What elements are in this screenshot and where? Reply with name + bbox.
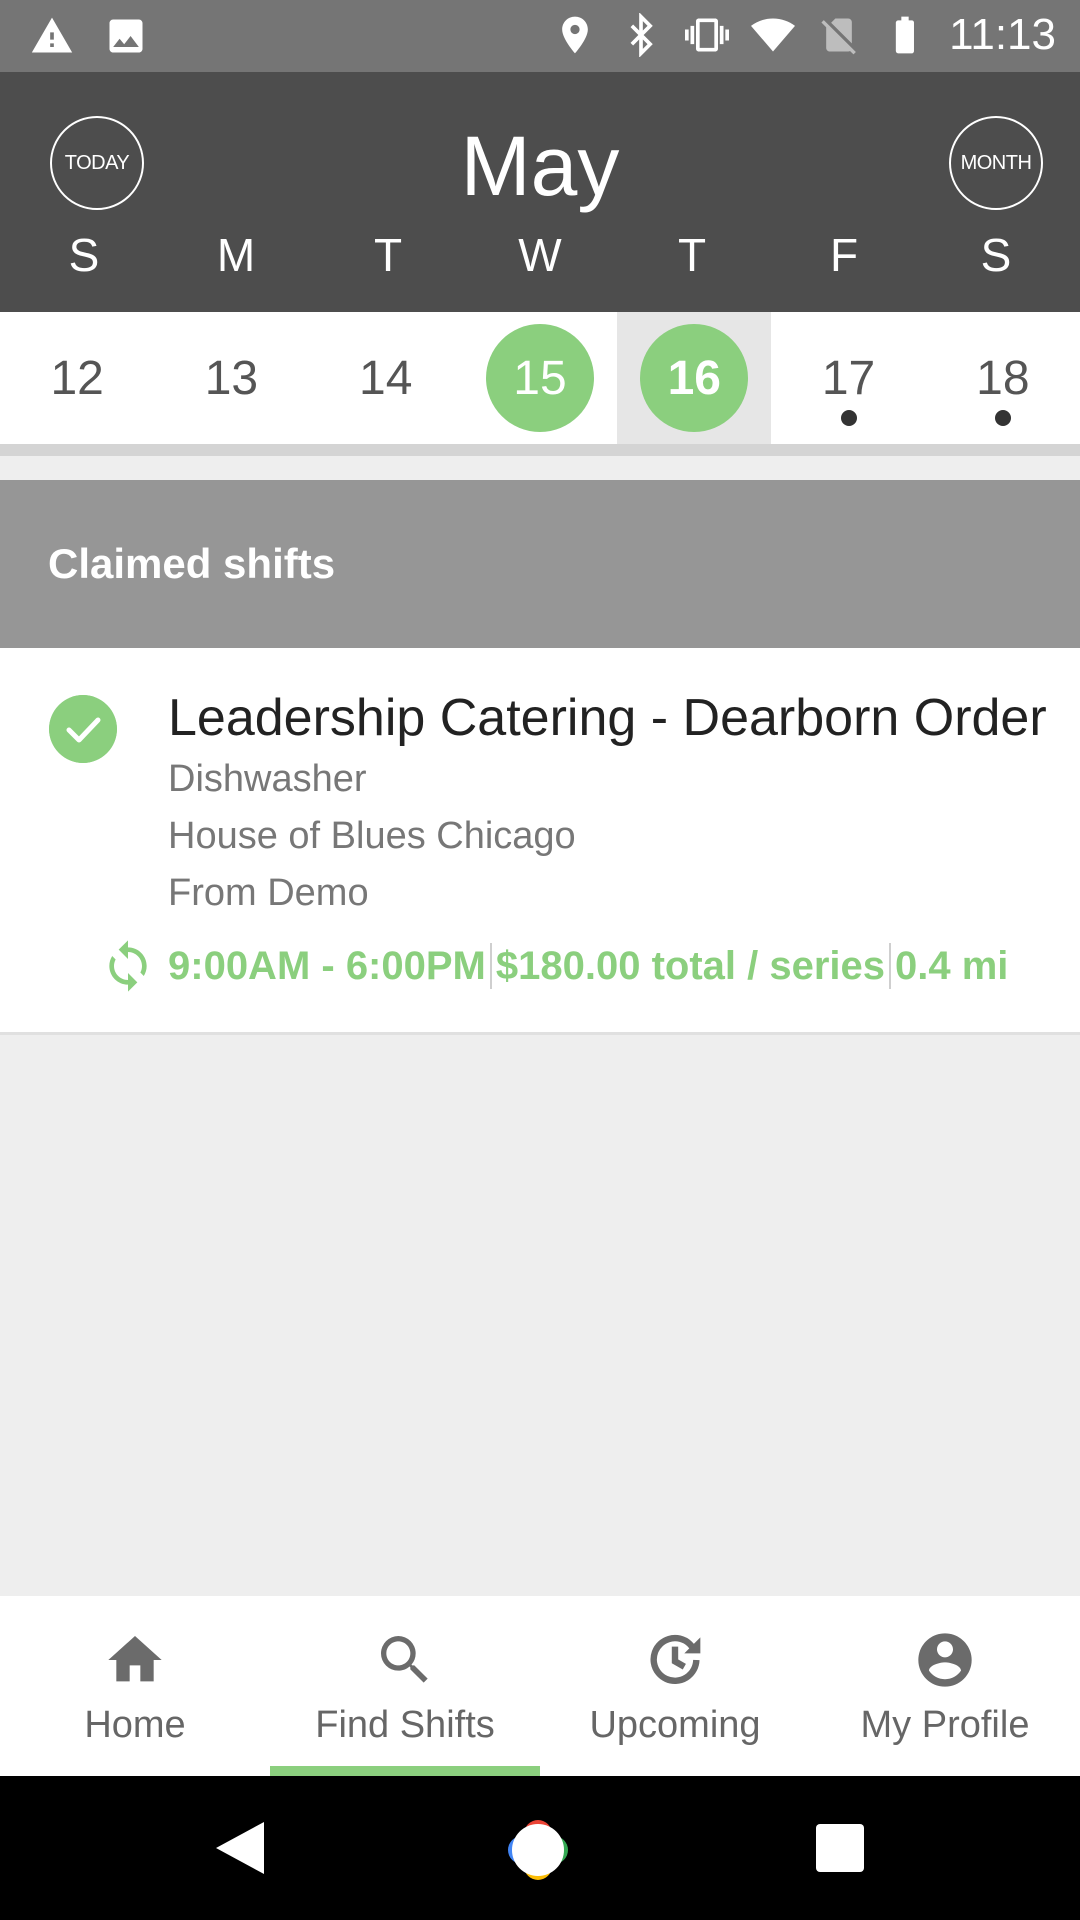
meta-separator xyxy=(889,943,892,989)
nav-home[interactable]: Home xyxy=(0,1596,270,1776)
month-view-button[interactable]: MONTH xyxy=(949,116,1043,210)
meta-separator xyxy=(489,943,492,989)
warning-icon xyxy=(31,17,73,53)
bluetooth-icon xyxy=(630,13,653,57)
shift-role: Dishwasher xyxy=(168,758,367,800)
repeat-icon xyxy=(109,940,147,992)
date-cell-17[interactable]: 17 xyxy=(771,312,925,444)
event-dot xyxy=(840,410,857,426)
date-number: 15 xyxy=(513,351,567,405)
nav-label: My Profile xyxy=(860,1704,1030,1746)
weekday-label: T xyxy=(373,229,403,281)
nav-label: Upcoming xyxy=(589,1704,761,1746)
weekday-label: S xyxy=(980,229,1012,281)
status-time: 11:13 xyxy=(949,10,1056,59)
nav-label: Find Shifts xyxy=(315,1704,495,1746)
search-icon xyxy=(381,1636,428,1683)
claimed-shifts-header: Claimed shifts xyxy=(0,480,1080,648)
nav-find-shifts[interactable]: Find Shifts xyxy=(270,1596,540,1776)
no-sim-icon xyxy=(821,18,857,55)
date-cell-16[interactable]: 16 xyxy=(617,312,772,444)
profile-icon xyxy=(918,1633,972,1687)
back-icon[interactable] xyxy=(212,1818,268,1878)
shift-distance: 0.4 mi xyxy=(895,943,1009,988)
status-bar: 11:13 xyxy=(0,0,1080,72)
nav-my-profile[interactable]: My Profile xyxy=(810,1596,1080,1776)
date-row-divider xyxy=(0,444,1080,456)
check-icon xyxy=(49,695,117,763)
nav-label: Home xyxy=(84,1704,186,1746)
weekday-label: M xyxy=(216,229,256,281)
system-navigation-bar xyxy=(0,1776,1080,1920)
date-cell-13[interactable]: 13 xyxy=(154,312,308,444)
vibrate-icon xyxy=(685,18,730,52)
image-icon xyxy=(109,19,143,53)
shift-card[interactable]: Leadership Catering - Dearborn Order Dis… xyxy=(0,648,1080,1035)
date-number: 17 xyxy=(821,351,876,405)
weekday-label: F xyxy=(829,229,859,281)
home-icon xyxy=(108,1636,162,1682)
shift-source: From Demo xyxy=(168,872,369,914)
weekday-label: T xyxy=(677,229,707,281)
upcoming-clock-icon xyxy=(650,1634,701,1684)
section-title: Claimed shifts xyxy=(48,540,336,587)
wifi-icon xyxy=(751,18,796,52)
shift-title: Leadership Catering - Dearborn Order xyxy=(168,689,1047,747)
battery-icon xyxy=(895,16,915,54)
weekday-label: S xyxy=(68,229,100,281)
bottom-navigation: Home Find Shifts Upcoming My Profile xyxy=(0,1596,1080,1776)
week-date-row: 12 13 14 15 16 17 18 xyxy=(0,312,1080,444)
location-icon xyxy=(562,16,588,54)
event-dot xyxy=(994,410,1011,426)
date-number: 12 xyxy=(50,351,104,405)
home-button-icon[interactable] xyxy=(500,1812,576,1888)
weekday-label: W xyxy=(518,229,562,281)
date-number: 13 xyxy=(204,351,259,405)
shift-venue: House of Blues Chicago xyxy=(168,815,576,857)
recents-icon[interactable] xyxy=(816,1824,864,1872)
date-cell-14[interactable]: 14 xyxy=(309,312,463,444)
month-title: May xyxy=(460,119,620,213)
shift-time-range: 9:00AM - 6:00PM xyxy=(168,943,486,988)
shift-pay: $180.00 total / series xyxy=(495,943,886,988)
shift-meta: 9:00AM - 6:00PM $180.00 total / series 0… xyxy=(100,938,1008,994)
date-cell-15[interactable]: 15 xyxy=(463,312,617,444)
date-number: 16 xyxy=(667,351,721,405)
nav-upcoming[interactable]: Upcoming xyxy=(540,1596,810,1776)
date-number: 18 xyxy=(976,351,1030,405)
date-number: 14 xyxy=(359,351,413,405)
calendar-header: TODAY May MONTH S M T W T F S xyxy=(0,72,1080,312)
weekday-row: S M T W T F S xyxy=(8,228,1072,282)
date-cell-12[interactable]: 12 xyxy=(0,312,154,444)
date-cell-18[interactable]: 18 xyxy=(926,312,1080,444)
